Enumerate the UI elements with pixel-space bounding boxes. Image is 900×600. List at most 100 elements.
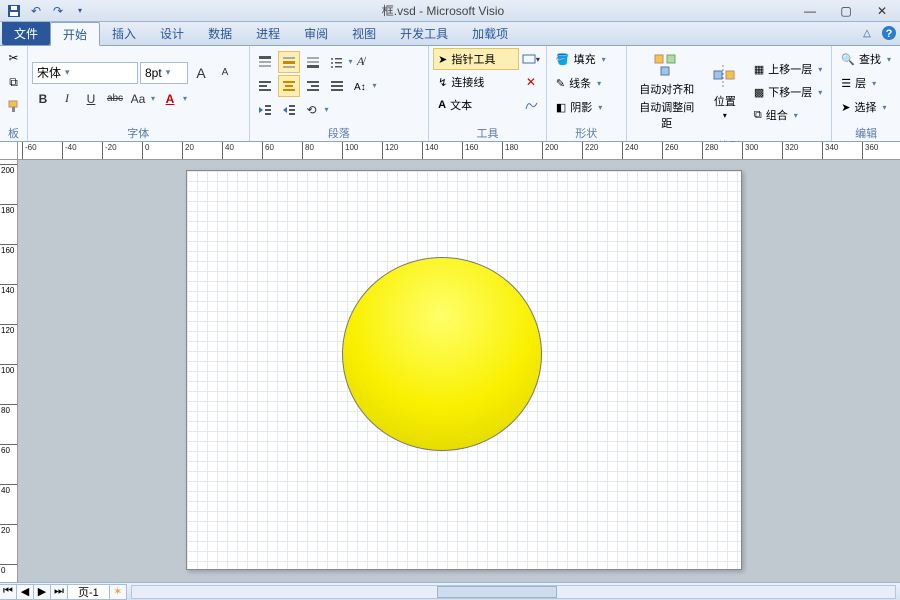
group-button[interactable]: ⧉组合▾ [749,104,827,126]
ruler-vertical[interactable]: 200180160140120100806040200 [0,160,18,582]
tab-design[interactable]: 设计 [148,22,196,45]
save-icon[interactable] [4,2,24,20]
group-icon: ⧉ [754,109,762,122]
group-shape: 🪣填充▾ ✎线条▾ ◧阴影▾ 形状 [547,46,627,141]
tab-insert[interactable]: 插入 [100,22,148,45]
minimize-button[interactable]: — [792,0,828,22]
bold-button[interactable]: B [32,88,54,110]
rotate-text-button[interactable]: ⟲ [302,99,332,121]
connector-x-button[interactable]: ✕ [520,71,542,93]
pen-icon: ✎ [556,77,565,90]
quick-access-toolbar: ↶ ↷ ▾ [0,2,94,20]
align-top-button[interactable] [254,51,276,73]
change-case-button[interactable]: Aa [128,88,158,110]
format-painter-icon[interactable] [4,96,24,116]
pointer-icon: ➤ [438,53,447,66]
pointer-tool-button[interactable]: ➤指针工具 [433,48,519,70]
strike-button[interactable]: abc [104,88,126,110]
group-label-edit: 编辑 [832,125,900,141]
align-middle-button[interactable] [278,51,300,73]
page-tab-1[interactable]: 页-1 [67,584,110,600]
ruler-horizontal[interactable]: -60-40-200204060801001201401601802002202… [18,142,900,160]
drawing-page[interactable] [186,170,742,570]
tab-addins[interactable]: 加载项 [460,22,520,45]
help-icon[interactable]: ? [878,22,900,44]
justify-button[interactable] [326,75,348,97]
layer-label: 层 [855,75,866,91]
ribbon-minimize-icon[interactable]: △ [856,22,878,44]
scrollbar-thumb[interactable] [437,586,557,598]
decrease-indent-button[interactable] [254,99,276,121]
font-size-combo[interactable]: 8pt▾ [140,62,188,84]
next-page-button[interactable]: ▶ [33,584,51,600]
underline-button[interactable]: U [80,88,102,110]
align-bottom-button[interactable] [302,51,324,73]
shadow-label: 阴影 [570,99,592,115]
tab-review[interactable]: 审阅 [292,22,340,45]
select-icon: ➤ [841,101,850,114]
text-label: 文本 [450,97,472,113]
font-size-value: 8pt [145,66,162,80]
canvas[interactable] [18,160,900,582]
title-bar: ↶ ↷ ▾ 框.vsd - Microsoft Visio — ▢ ✕ [0,0,900,22]
line-button[interactable]: ✎线条▾ [551,72,622,94]
cut-icon[interactable]: ✂ [4,48,24,68]
text-direction-button[interactable]: A↕ [350,75,380,97]
align-center-button[interactable] [278,75,300,97]
first-page-button[interactable]: ⏮ [0,584,17,600]
grow-font-button[interactable]: A [190,62,212,84]
increase-indent-button[interactable] [278,99,300,121]
layers-icon: ☰ [841,77,851,90]
font-color-button[interactable]: A [160,88,190,110]
tab-view[interactable]: 视图 [340,22,388,45]
autoalign-l2: 自动调整间距 [638,99,696,131]
align-right-button[interactable] [302,75,324,97]
tab-data[interactable]: 数据 [196,22,244,45]
new-page-button[interactable]: ✶ [109,584,127,600]
fill-button[interactable]: 🪣填充▾ [551,48,622,70]
position-button[interactable]: 位置▾ [705,60,745,125]
shrink-font-button[interactable]: A [214,62,236,84]
position-icon [712,65,738,91]
fill-label: 填充 [574,51,596,67]
horizontal-scrollbar[interactable] [131,585,896,599]
autoalign-icon [653,53,681,79]
qat-dropdown-icon[interactable]: ▾ [70,2,90,20]
prev-page-button[interactable]: ◀ [16,584,34,600]
send-backward-button[interactable]: ▩下移一层▾ [749,81,827,103]
front-label: 上移一层 [768,61,812,77]
ribbon-tabs: 文件 开始 插入 设计 数据 进程 审阅 视图 开发工具 加载项 △ ? [0,22,900,46]
last-page-button[interactable]: ⏭ [50,584,68,600]
connector-tool-button[interactable]: ↯连接线 [433,71,519,93]
tab-process[interactable]: 进程 [244,22,292,45]
italic-button[interactable]: I [56,88,78,110]
binoculars-icon: 🔍 [841,53,855,66]
rectangle-tool-button[interactable]: ▾ [520,48,542,70]
group-tools: ➤指针工具 ▾ ↯连接线 ✕ A文本 工具 [429,46,547,141]
redo-icon[interactable]: ↷ [48,2,68,20]
bullets-button[interactable] [326,51,356,73]
undo-icon[interactable]: ↶ [26,2,46,20]
shape-ellipse[interactable] [342,257,542,451]
close-button[interactable]: ✕ [864,0,900,22]
text-icon: A [438,99,446,111]
copy-icon[interactable]: ⧉ [4,72,24,92]
tab-developer[interactable]: 开发工具 [388,22,460,45]
text-tool-button[interactable]: A 文本 [433,94,519,116]
layers-button[interactable]: ☰层▾ [836,72,896,94]
font-name-combo[interactable]: 宋体▾ [32,62,138,84]
group-label-font: 字体 [28,125,249,141]
align-left-button[interactable] [254,75,276,97]
maximize-button[interactable]: ▢ [828,0,864,22]
find-button[interactable]: 🔍查找▾ [836,48,896,70]
bring-forward-button[interactable]: ▦上移一层▾ [749,58,827,80]
font-name-value: 宋体 [37,64,61,81]
shadow-button[interactable]: ◧阴影▾ [551,96,622,118]
select-button[interactable]: ➤选择▾ [836,96,896,118]
svg-text:?: ? [886,28,893,40]
bucket-icon: 🪣 [556,53,570,66]
freeform-tool-button[interactable] [520,94,542,116]
tab-file[interactable]: 文件 [2,22,50,45]
autoalign-button[interactable]: 自动对齐和 自动调整间距 [631,48,703,136]
tab-home[interactable]: 开始 [50,22,100,46]
